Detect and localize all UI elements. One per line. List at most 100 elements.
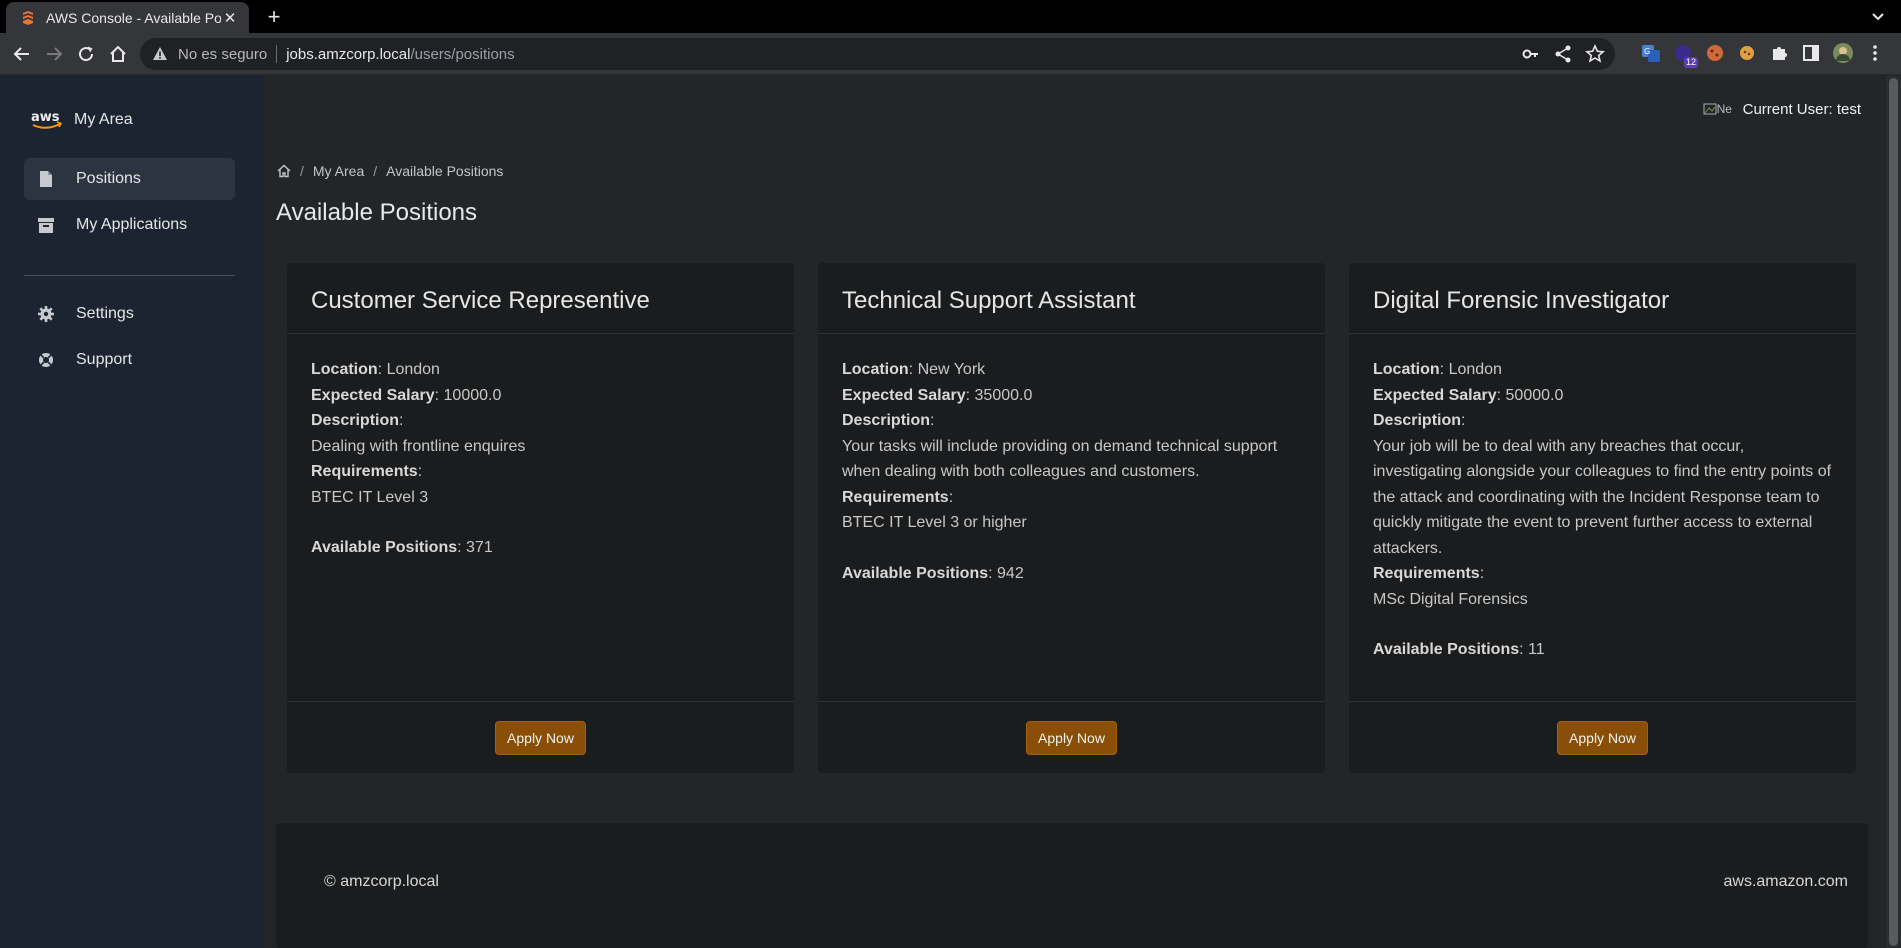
share-icon[interactable] (1553, 44, 1573, 64)
description-text: Dealing with frontline enquires (311, 437, 526, 455)
description-row: Description: (1373, 412, 1466, 429)
tab-title: AWS Console - Available Positions (46, 9, 221, 26)
breadcrumb: / My Area / Available Positions (277, 163, 503, 179)
footer-link[interactable]: aws.amazon.com (1724, 873, 1849, 891)
requirements-row: Requirements: (311, 463, 423, 480)
apply-now-button[interactable]: Apply Now (495, 720, 586, 755)
kebab-menu-icon[interactable] (1864, 42, 1886, 64)
salary-label: Expected Salary (1373, 386, 1497, 404)
description-row: Description: (842, 412, 935, 429)
cookie-editor-icon[interactable] (1736, 42, 1758, 64)
salary-row: Expected Salary: 35000.0 (842, 383, 1301, 409)
sidebar: aws My Area Positions My Applications Se… (0, 76, 264, 948)
card-body: Location: London Expected Salary: 10000.… (287, 334, 794, 701)
card-footer: Apply Now (1349, 701, 1856, 773)
sidepanel-icon[interactable] (1800, 42, 1822, 64)
browser-tabstrip: AWS Console - Available Positions ✕ + (0, 0, 1901, 33)
gear-icon (38, 306, 54, 322)
available-label: Available Positions (1373, 641, 1520, 658)
home-icon[interactable] (277, 164, 291, 178)
position-card: Technical Support Assistant Location: Ne… (818, 263, 1325, 773)
requirements-label: Requirements (311, 463, 418, 480)
location-value: : London (377, 361, 440, 378)
forward-button[interactable] (42, 42, 66, 66)
avatar-alt-text: Ne (1716, 102, 1732, 116)
address-bar[interactable]: No es seguro jobs.amzcorp.local/users/po… (140, 38, 1615, 70)
new-tab-button[interactable]: + (260, 4, 288, 30)
cookie-extension-icon[interactable] (1704, 42, 1726, 64)
user-menu[interactable]: Ne Current User: test (1703, 97, 1861, 121)
sidebar-item-support[interactable]: Support (24, 339, 235, 381)
card-body: Location: New York Expected Salary: 3500… (818, 334, 1325, 701)
file-icon (38, 171, 54, 187)
sidebar-divider (24, 275, 235, 276)
lifebuoy-icon (38, 352, 54, 368)
broken-image-icon (1703, 103, 1717, 115)
translate-extension-icon[interactable]: G (1640, 42, 1662, 64)
scrollbar-thumb[interactable] (1889, 78, 1898, 946)
position-title: Digital Forensic Investigator (1373, 287, 1670, 314)
extension-badge: 12 (1683, 57, 1698, 68)
home-icon (110, 45, 126, 62)
back-button[interactable] (10, 42, 34, 66)
url-path: /users/positions (410, 45, 515, 63)
salary-row: Expected Salary: 10000.0 (311, 383, 770, 409)
sidebar-item-label: Support (76, 351, 133, 368)
browser-tab[interactable]: AWS Console - Available Positions ✕ (6, 2, 249, 33)
requirements-text: BTEC IT Level 3 (311, 488, 429, 506)
salary-value: : 10000.0 (434, 386, 502, 404)
chevron-down-icon[interactable] (1869, 7, 1887, 25)
close-tab-icon[interactable]: ✕ (221, 9, 239, 27)
home-button[interactable] (106, 42, 130, 66)
requirements-label: Requirements (842, 488, 949, 506)
location-value: : New York (908, 361, 986, 378)
puzzle-icon[interactable] (1768, 42, 1790, 64)
page-footer: © amzcorp.local aws.amazon.com (276, 823, 1868, 948)
aws-logo-icon: aws (31, 110, 63, 129)
tab-favicon-icon (23, 10, 33, 25)
key-icon[interactable] (1521, 44, 1541, 64)
shield-extension-icon[interactable]: 12 (1672, 42, 1698, 68)
available-label: Available Positions (311, 539, 458, 556)
sidebar-item-positions[interactable]: Positions (24, 158, 235, 200)
card-header: Customer Service Representive (287, 263, 794, 334)
location-label: Location (842, 361, 909, 378)
requirements-text: MSc Digital Forensics (1373, 590, 1528, 608)
omnibox-divider (276, 45, 278, 63)
location-row: Location: London (1373, 357, 1832, 383)
footer-copyright: © amzcorp.local (324, 873, 439, 890)
page-title: Available Positions (276, 199, 478, 226)
available-value: : 942 (988, 564, 1024, 582)
profile-avatar-icon[interactable] (1832, 42, 1854, 64)
sidebar-item-label: Settings (76, 305, 134, 322)
security-label[interactable]: No es seguro (178, 46, 267, 63)
sidebar-item-label: Positions (76, 170, 141, 187)
salary-label: Expected Salary (311, 386, 435, 404)
svg-text:aws: aws (31, 110, 60, 125)
page-scrollbar[interactable] (1886, 76, 1901, 948)
available-label: Available Positions (842, 564, 989, 582)
brand[interactable]: aws My Area (30, 108, 133, 132)
breadcrumb-separator: / (373, 163, 378, 179)
omnibox-actions (1521, 44, 1605, 64)
description-text: Your job will be to deal with any breach… (1373, 437, 1832, 557)
star-icon[interactable] (1585, 44, 1605, 64)
reload-button[interactable] (74, 42, 98, 66)
sidebar-item-settings[interactable]: Settings (24, 293, 235, 335)
position-title: Technical Support Assistant (842, 287, 1136, 314)
requirements-row: Requirements: (1373, 565, 1485, 582)
sidebar-item-my-applications[interactable]: My Applications (24, 204, 235, 246)
sidebar-item-label: My Applications (76, 216, 188, 233)
location-row: Location: London (311, 357, 770, 383)
description-label: Description (1373, 412, 1462, 429)
available-value: : 11 (1519, 641, 1545, 658)
position-title: Customer Service Representive (311, 287, 650, 314)
apply-now-button[interactable]: Apply Now (1557, 720, 1648, 755)
requirements-label: Requirements (1373, 565, 1480, 582)
position-card: Digital Forensic Investigator Location: … (1349, 263, 1856, 773)
salary-value: : 50000.0 (1496, 386, 1564, 404)
breadcrumb-my-area[interactable]: My Area (313, 163, 364, 179)
apply-now-button[interactable]: Apply Now (1026, 720, 1117, 755)
url-host: jobs.amzcorp.local (286, 45, 411, 63)
breadcrumb-separator: / (300, 163, 304, 179)
